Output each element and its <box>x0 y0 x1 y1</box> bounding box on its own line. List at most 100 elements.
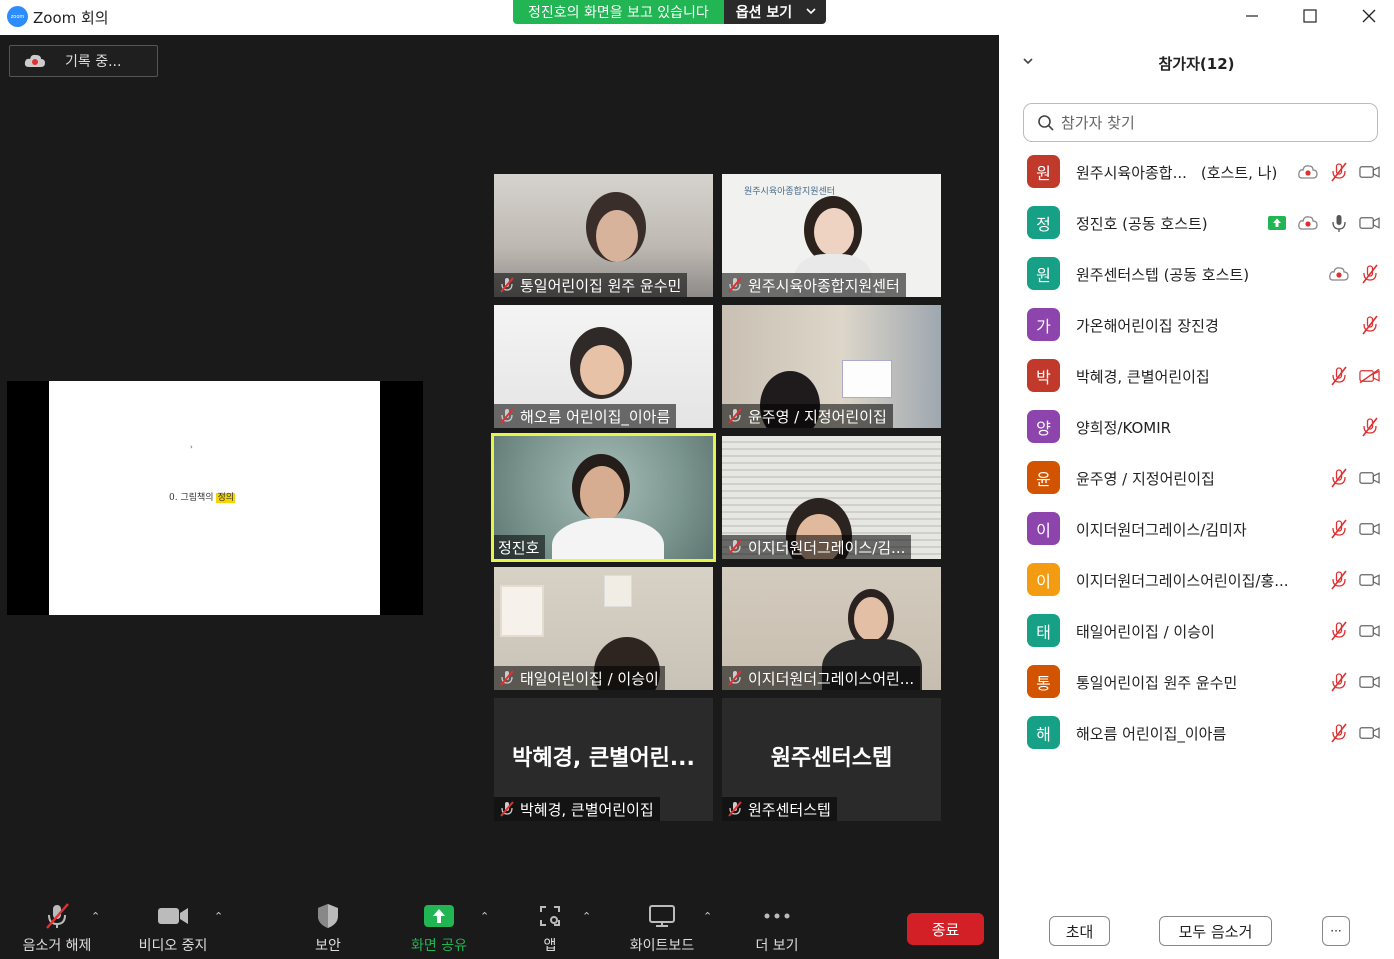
video-camera-icon[interactable] <box>1359 622 1380 640</box>
video-camera-icon[interactable] <box>1359 520 1380 538</box>
video-tile[interactable]: 이지더원더그레이스/김... <box>722 436 941 559</box>
participant-name: 원주센터스텝 (공동 호스트) <box>1076 264 1249 285</box>
video-tile-active-speaker[interactable]: 정진호 <box>491 433 716 562</box>
chevron-down-icon <box>806 2 816 20</box>
participant-search-input[interactable] <box>1061 113 1351 132</box>
more-button[interactable]: 더 보기 <box>748 902 806 955</box>
more-label: 더 보기 <box>755 938 799 954</box>
video-camera-icon[interactable] <box>1359 724 1380 742</box>
participant-row[interactable]: 원 원주시육아종합... (호스트, 나) <box>999 147 1394 198</box>
participant-row[interactable]: 가 가온해어린이집 장진경 <box>999 300 1394 351</box>
share-screen-button[interactable]: 화면 공유 <box>398 902 480 955</box>
mic-off-icon[interactable] <box>1328 468 1349 488</box>
tile-name-bar: 정진호 <box>494 535 546 559</box>
mic-off-icon <box>500 801 514 817</box>
mic-off-icon[interactable] <box>1328 672 1349 692</box>
participant-row[interactable]: 박 박혜경, 큰별어린이집 <box>999 351 1394 402</box>
unmute-button[interactable]: 음소거 해제 <box>14 902 100 955</box>
participant-avatar: 원 <box>1027 257 1060 290</box>
participant-status-icons <box>1328 264 1380 284</box>
video-camera-icon[interactable] <box>1359 163 1380 181</box>
recording-indicator[interactable]: 기록 중... <box>9 45 158 77</box>
participant-face <box>580 345 624 395</box>
stop-video-button[interactable]: 비디오 중지 <box>130 902 216 955</box>
participant-status-icons <box>1328 366 1380 386</box>
participant-display-name: 해오름 어린이집_이아름 <box>1076 725 1227 743</box>
video-camera-icon[interactable] <box>1359 673 1380 691</box>
panel-more-button[interactable]: ··· <box>1322 916 1350 946</box>
mic-off-icon <box>728 670 742 686</box>
participant-status-icons <box>1359 315 1380 335</box>
search-icon <box>1038 114 1054 131</box>
tile-name-bar: 원주시육아종합지원센터 <box>722 273 906 297</box>
tile-name: 통일어린이집 원주 윤수민 <box>520 276 682 295</box>
mic-off-icon <box>728 539 742 555</box>
video-tile[interactable]: 통일어린이집 원주 윤수민 <box>494 174 713 297</box>
security-button[interactable]: 보안 <box>298 902 358 955</box>
video-tile[interactable]: 태일어린이집 / 이승이 <box>494 567 713 690</box>
participant-row[interactable]: 정 정진호 (공동 호스트) <box>999 198 1394 249</box>
close-window-button[interactable] <box>1357 5 1381 27</box>
participant-search-box[interactable] <box>1023 103 1378 142</box>
video-options-caret-icon[interactable]: ⌃ <box>214 910 223 923</box>
invite-button[interactable]: 초대 <box>1049 916 1110 946</box>
video-tile-camera-off[interactable]: 원주센터스텝 원주센터스텝 <box>722 698 941 821</box>
participant-row[interactable]: 이 이지더원더그레이스/김미자 <box>999 504 1394 555</box>
video-tile-camera-off[interactable]: 박혜경, 큰별어린... 박혜경, 큰별어린이집 <box>494 698 713 821</box>
mic-off-icon[interactable] <box>1328 621 1349 641</box>
mic-off-icon[interactable] <box>1359 417 1380 437</box>
mic-off-icon[interactable] <box>1328 519 1349 539</box>
tile-name: 이지더원더그레이스어린... <box>748 669 915 688</box>
mic-off-icon[interactable] <box>1328 723 1349 743</box>
end-meeting-button[interactable]: 종료 <box>907 913 984 945</box>
share-options-caret-icon[interactable]: ⌃ <box>480 910 489 923</box>
video-tile[interactable]: 윤주영 / 지정어린이집 <box>722 305 941 428</box>
video-tile[interactable]: 이지더원더그레이스어린... <box>722 567 941 690</box>
mic-off-icon[interactable] <box>1328 570 1349 590</box>
whiteboard-options-caret-icon[interactable]: ⌃ <box>703 910 712 923</box>
shared-screen-view[interactable]: › 0. 그림책의 정의 <box>7 381 423 615</box>
video-camera-icon[interactable] <box>1359 214 1380 232</box>
whiteboard-button[interactable]: 화이트보드 <box>620 902 704 955</box>
participants-panel: 참가자(12) 원 원주시육아종합... (호스트, 나) 정 정진호 (공동 호스트)… <box>999 35 1394 959</box>
participant-row[interactable]: 양 양희정/KOMIR <box>999 402 1394 453</box>
minimize-button[interactable] <box>1240 5 1264 27</box>
share-screen-icon <box>1266 214 1287 232</box>
video-off-icon[interactable] <box>1359 367 1380 385</box>
participant-row[interactable]: 해 해오름 어린이집_이아름 <box>999 708 1394 759</box>
participant-row[interactable]: 이 이지더원더그레이스어린이집/홍... <box>999 555 1394 606</box>
mic-off-icon[interactable] <box>1359 315 1380 335</box>
apps-options-caret-icon[interactable]: ⌃ <box>582 910 591 923</box>
participant-row[interactable]: 통 통일어린이집 원주 윤수민 <box>999 657 1394 708</box>
more-dots-icon <box>764 913 790 919</box>
participant-name: 정진호 (공동 호스트) <box>1076 213 1208 234</box>
view-options-button[interactable]: 옵션 보기 <box>723 0 827 24</box>
mic-off-icon[interactable] <box>1328 162 1349 182</box>
participant-row[interactable]: 원 원주센터스텝 (공동 호스트) <box>999 249 1394 300</box>
mic-off-icon[interactable] <box>1359 264 1380 284</box>
participant-row[interactable]: 윤 윤주영 / 지정어린이집 <box>999 453 1394 504</box>
audio-options-caret-icon[interactable]: ⌃ <box>91 910 100 923</box>
wall-frame <box>604 575 632 607</box>
mic-off-icon[interactable] <box>1328 366 1349 386</box>
window-title: Zoom 회의 <box>33 9 109 27</box>
mic-icon[interactable] <box>1328 214 1349 232</box>
video-tile[interactable]: 해오름 어린이집_이아름 <box>494 305 713 428</box>
participant-face <box>814 208 854 256</box>
participant-display-name: 정진호 (공동 호스트) <box>1076 215 1208 233</box>
video-tile[interactable]: 원주시육아종합지원센터 원주시육아종합지원센터 <box>722 174 941 297</box>
video-camera-icon[interactable] <box>1359 571 1380 589</box>
participant-face <box>854 597 888 641</box>
participant-row[interactable]: 태 태일어린이집 / 이승이 <box>999 606 1394 657</box>
apps-button[interactable]: 앱 <box>530 902 570 955</box>
participant-face <box>580 466 624 522</box>
shared-slide: › 0. 그림책의 정의 <box>49 381 380 615</box>
maximize-button[interactable] <box>1298 5 1322 27</box>
participant-status-icons <box>1328 468 1380 488</box>
mute-all-button[interactable]: 모두 음소거 <box>1159 916 1272 946</box>
stop-video-label: 비디오 중지 <box>138 938 208 954</box>
video-camera-icon[interactable] <box>1359 469 1380 487</box>
participant-avatar: 박 <box>1027 359 1060 392</box>
participant-avatar: 태 <box>1027 614 1060 647</box>
tile-name: 원주시육아종합지원센터 <box>748 276 900 295</box>
